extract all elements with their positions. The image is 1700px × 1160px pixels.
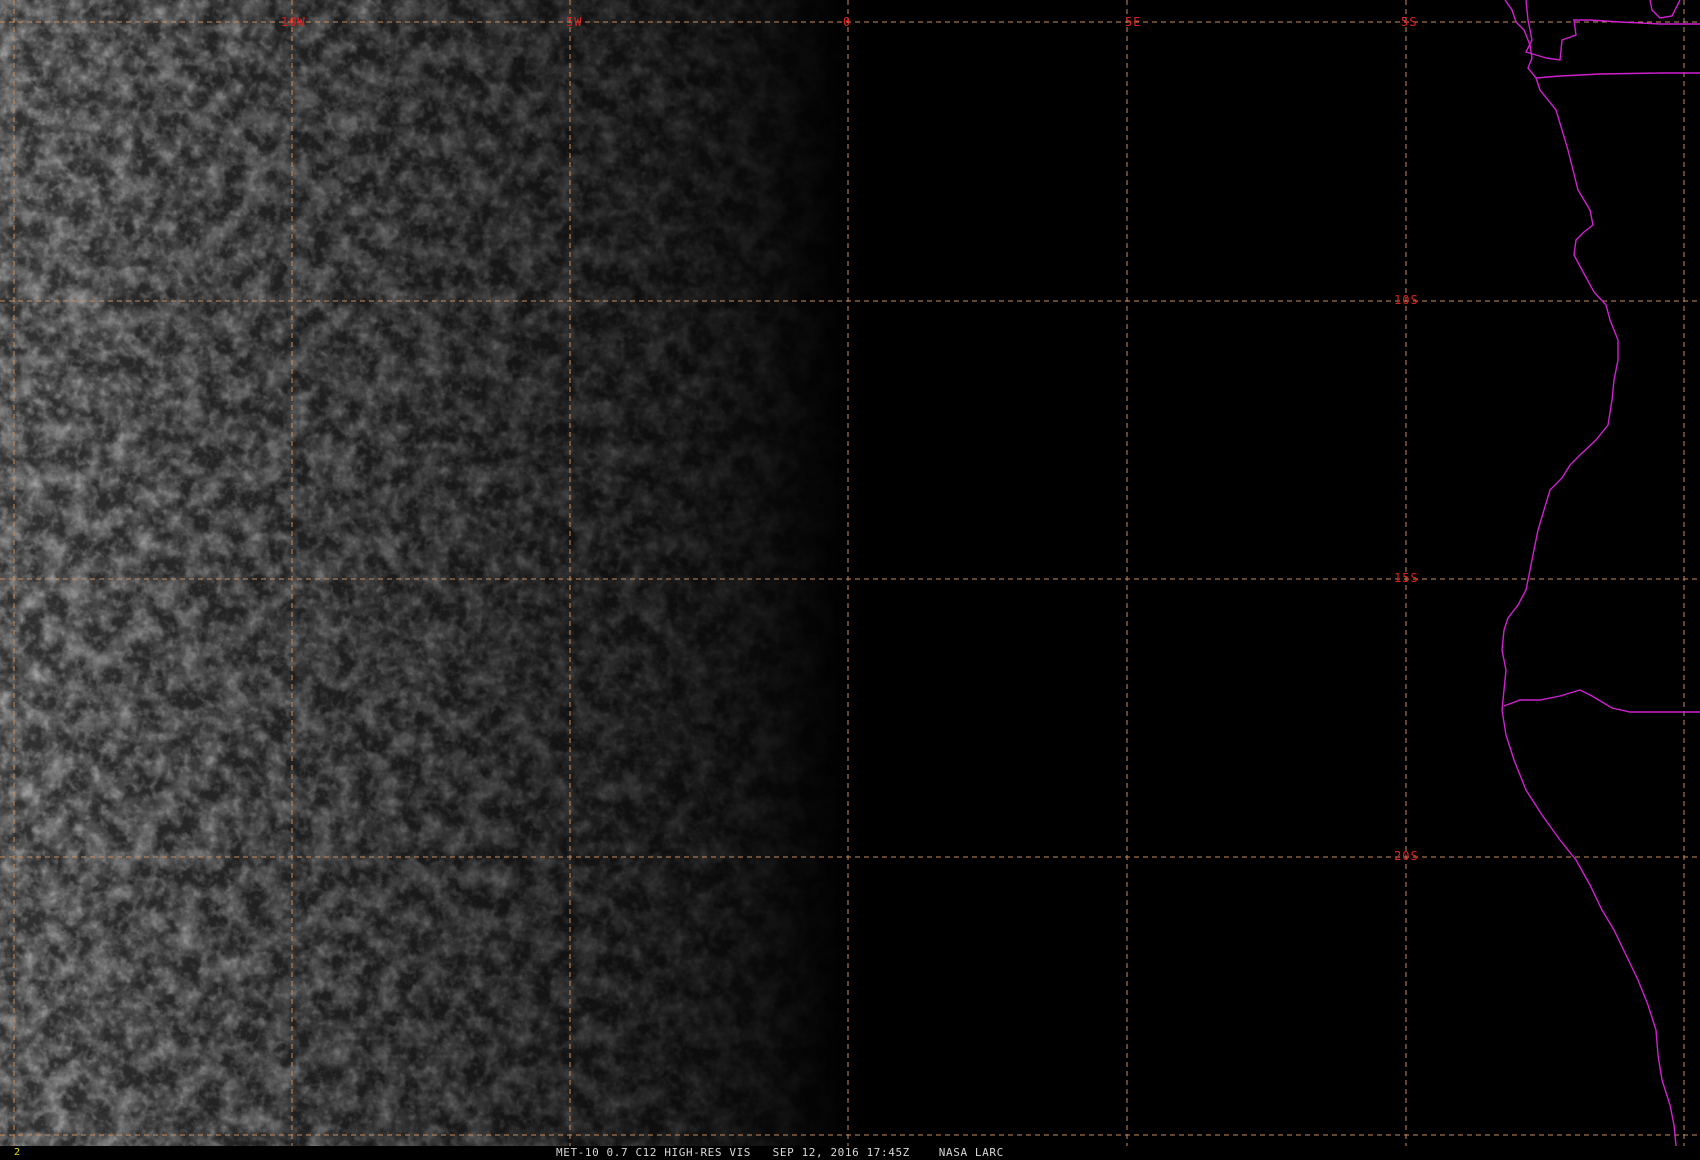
lat-label-10s: 10S [1394,293,1419,307]
cloud-field [0,0,850,1146]
lon-label-10w: 10W [281,15,306,29]
satellite-map: 10W 5W 0 5E 5S 10S 15S 20S [0,0,1700,1147]
lat-label-20s: 20S [1394,849,1419,863]
lat-label-15s: 15S [1394,571,1419,585]
lon-label-5e: 5E [1125,15,1141,29]
lon-label-0: 0 [843,15,851,29]
frame-number: 2 [14,1147,21,1158]
lat-label-5s: 5S [1401,15,1417,29]
image-caption: MET-10 0.7 C12 HIGH-RES VIS SEP 12, 2016… [556,1146,1004,1159]
image-caption-bar: 2 MET-10 0.7 C12 HIGH-RES VIS SEP 12, 20… [0,1146,1700,1160]
lon-label-5w: 5W [566,15,582,29]
